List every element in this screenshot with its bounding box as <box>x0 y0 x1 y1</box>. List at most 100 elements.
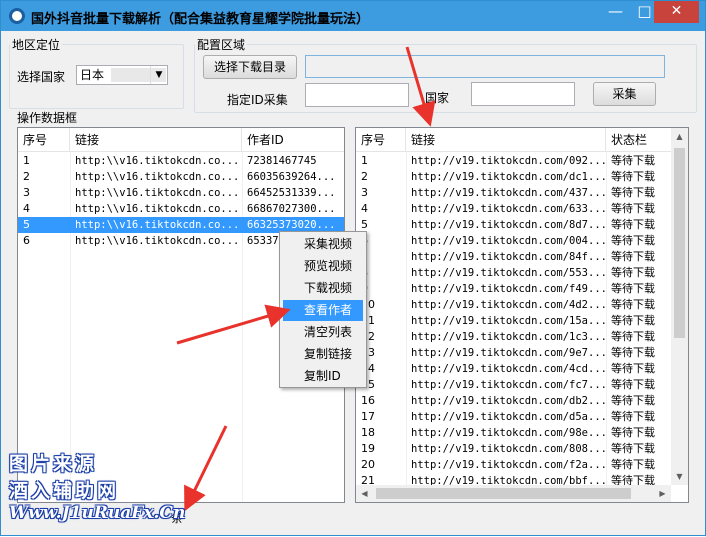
chevron-down-icon[interactable]: ▼ <box>150 66 167 84</box>
table-cell: 等待下载 <box>611 250 655 263</box>
table-cell: 5 <box>23 218 30 231</box>
vertical-scrollbar[interactable]: ▲ ▼ <box>671 128 688 485</box>
watermark-url: Www.J1uRuaFx.Cn <box>9 503 186 523</box>
table-row[interactable]: 13 http://v19.tiktokcdn.com/9e7... 等待下载 <box>356 345 672 361</box>
country-select[interactable]: 日本 ▼ <box>76 65 168 85</box>
table-cell: 66867027300... <box>247 203 336 215</box>
context-menu-item[interactable]: 复制ID <box>283 366 363 387</box>
context-menu-item[interactable]: 下载视频 <box>283 278 363 299</box>
window-title: 国外抖音批量下载解析（配合集益教育星耀学院批量玩法） <box>31 12 370 27</box>
table-cell: 等待下载 <box>611 266 655 279</box>
table-row[interactable]: 7http://v19.tiktokcdn.com/84f...等待下载 <box>356 249 672 265</box>
table-cell: 等待下载 <box>611 298 655 311</box>
col-author-id[interactable]: 作者ID <box>242 128 344 152</box>
table-row[interactable]: 12 http://v19.tiktokcdn.com/1c3... 等待下载 <box>356 329 672 345</box>
table-row[interactable]: 1 http://v19.tiktokcdn.com/092... 等待下载 <box>356 153 672 169</box>
table-cell: 2 <box>23 170 30 183</box>
table-row[interactable]: 15 http://v19.tiktokcdn.com/fc7... 等待下载 <box>356 377 672 393</box>
scroll-thumb[interactable] <box>376 488 631 499</box>
table-cell: 等待下载 <box>611 218 655 231</box>
right-list-header: 序号 链接 状态栏 <box>356 128 672 152</box>
table-cell: http://v19.tiktokcdn.com/4cd... <box>411 363 606 375</box>
table-row[interactable]: 17 http://v19.tiktokcdn.com/d5a... 等待下载 <box>356 409 672 425</box>
table-row[interactable]: 18 http://v19.tiktokcdn.com/98e... 等待下载 <box>356 425 672 441</box>
table-row[interactable]: 16 http://v19.tiktokcdn.com/db2... 等待下载 <box>356 393 672 409</box>
context-menu: 采集视频 预览视频 下载视频 查看作者 清空列表 复制链接 复制ID <box>279 231 367 388</box>
context-menu-item[interactable]: 预览视频 <box>283 256 363 277</box>
country-select-value: 日本 <box>80 68 105 82</box>
col-index[interactable]: 序号 <box>356 128 406 152</box>
table-cell: http://v19.tiktokcdn.com/98e... <box>411 427 606 439</box>
table-row[interactable]: 2 http:\\v16.tiktokcdn.co... 66035639264..… <box>18 169 344 185</box>
scroll-up-icon[interactable]: ▲ <box>671 128 688 145</box>
table-cell: 等待下载 <box>611 202 655 215</box>
table-row[interactable]: 20 http://v19.tiktokcdn.com/f2a... 等待下载 <box>356 457 672 473</box>
scroll-down-icon[interactable]: ▼ <box>671 468 688 485</box>
config-legend: 配置区域 <box>197 38 246 52</box>
config-country-input[interactable] <box>471 82 575 106</box>
table-row[interactable]: 3 http:\\v16.tiktokcdn.co... 66452531339..… <box>18 185 344 201</box>
id-input[interactable] <box>305 83 409 107</box>
table-row[interactable]: 8http://v19.tiktokcdn.com/553...等待下载 <box>356 265 672 281</box>
close-button[interactable]: ✕ <box>654 1 699 23</box>
table-row[interactable]: 4 http://v19.tiktokcdn.com/633... 等待下载 <box>356 201 672 217</box>
scroll-left-icon[interactable]: ◀ <box>356 485 373 502</box>
table-cell: 等待下载 <box>611 154 655 167</box>
minimize-button[interactable]: — <box>602 1 629 23</box>
table-cell: 72381467745 <box>247 155 317 167</box>
table-row[interactable]: 6http://v19.tiktokcdn.com/004...等待下载 <box>356 233 672 249</box>
watermark: 图片来源 酒入辅助网 Www.J1uRuaFx.Cn <box>9 449 185 523</box>
choose-dir-button[interactable]: 选择下载目录 <box>203 55 297 79</box>
config-country-label: 国家 <box>425 91 450 105</box>
table-cell: 等待下载 <box>611 442 655 455</box>
table-cell: http://v19.tiktokcdn.com/f49... <box>411 283 606 295</box>
context-menu-item[interactable]: 采集视频 <box>283 234 363 255</box>
table-cell: 16 <box>361 394 375 407</box>
scroll-right-icon[interactable]: ▶ <box>654 485 671 502</box>
collect-button[interactable]: 采集 <box>593 82 656 106</box>
table-row[interactable]: 2 http://v19.tiktokcdn.com/dc1... 等待下载 <box>356 169 672 185</box>
table-cell: http://v19.tiktokcdn.com/1c3... <box>411 331 606 343</box>
table-cell: http://v19.tiktokcdn.com/15a... <box>411 315 606 327</box>
table-row[interactable]: 14 http://v19.tiktokcdn.com/4cd... 等待下载 <box>356 361 672 377</box>
table-cell: http:\\v16.tiktokcdn.co... <box>75 219 240 231</box>
table-cell: 等待下载 <box>611 378 655 391</box>
table-cell: 19 <box>361 442 375 455</box>
table-cell: 等待下载 <box>611 426 655 439</box>
table-row[interactable]: 3 http://v19.tiktokcdn.com/437... 等待下载 <box>356 185 672 201</box>
table-cell: 等待下载 <box>611 234 655 247</box>
context-menu-item[interactable]: 清空列表 <box>283 322 363 343</box>
table-row[interactable]: 9http://v19.tiktokcdn.com/f49...等待下载 <box>356 281 672 297</box>
country-label: 选择国家 <box>17 70 66 84</box>
download-path-field[interactable] <box>305 55 665 78</box>
scroll-thumb[interactable] <box>674 148 685 338</box>
table-cell: http://v19.tiktokcdn.com/004... <box>411 235 606 247</box>
table-cell: 4 <box>23 202 30 215</box>
table-row[interactable]: 5 http://v19.tiktokcdn.com/8d7... 等待下载 <box>356 217 672 233</box>
table-cell: http://v19.tiktokcdn.com/092... <box>411 155 606 167</box>
watermark-line: 酒入辅助网 <box>9 480 120 502</box>
title-bar[interactable]: 国外抖音批量下载解析（配合集益教育星耀学院批量玩法） — □ ✕ <box>1 1 705 31</box>
table-cell: http:\\v16.tiktokcdn.co... <box>75 203 240 215</box>
col-status[interactable]: 状态栏 <box>606 128 672 152</box>
table-cell: http://v19.tiktokcdn.com/f2a... <box>411 459 606 471</box>
context-menu-item[interactable]: 复制链接 <box>283 344 363 365</box>
col-link[interactable]: 链接 <box>70 128 242 152</box>
horizontal-scrollbar[interactable]: ◀ ▶ <box>356 485 671 502</box>
table-cell: 等待下载 <box>611 314 655 327</box>
table-cell: 等待下载 <box>611 170 655 183</box>
col-index[interactable]: 序号 <box>18 128 70 152</box>
table-cell: http://v19.tiktokcdn.com/fc7... <box>411 379 606 391</box>
table-row[interactable]: 10 http://v19.tiktokcdn.com/4d2... 等待下载 <box>356 297 672 313</box>
context-menu-item[interactable]: 查看作者 <box>283 300 363 321</box>
table-row[interactable]: 11 http://v19.tiktokcdn.com/15a... 等待下载 <box>356 313 672 329</box>
table-row[interactable]: 4 http:\\v16.tiktokcdn.co... 66867027300..… <box>18 201 344 217</box>
table-cell: 等待下载 <box>611 282 655 295</box>
table-cell: 等待下载 <box>611 330 655 343</box>
table-row[interactable]: 19 http://v19.tiktokcdn.com/808... 等待下载 <box>356 441 672 457</box>
table-cell: 66452531339... <box>247 187 336 199</box>
right-list[interactable]: 序号 链接 状态栏 1 http://v19.tiktokcdn.com/092.… <box>355 127 689 503</box>
table-cell: http://v19.tiktokcdn.com/dc1... <box>411 171 606 183</box>
col-link[interactable]: 链接 <box>406 128 606 152</box>
table-row[interactable]: 1 http:\\v16.tiktokcdn.co... 72381467745 <box>18 153 344 169</box>
